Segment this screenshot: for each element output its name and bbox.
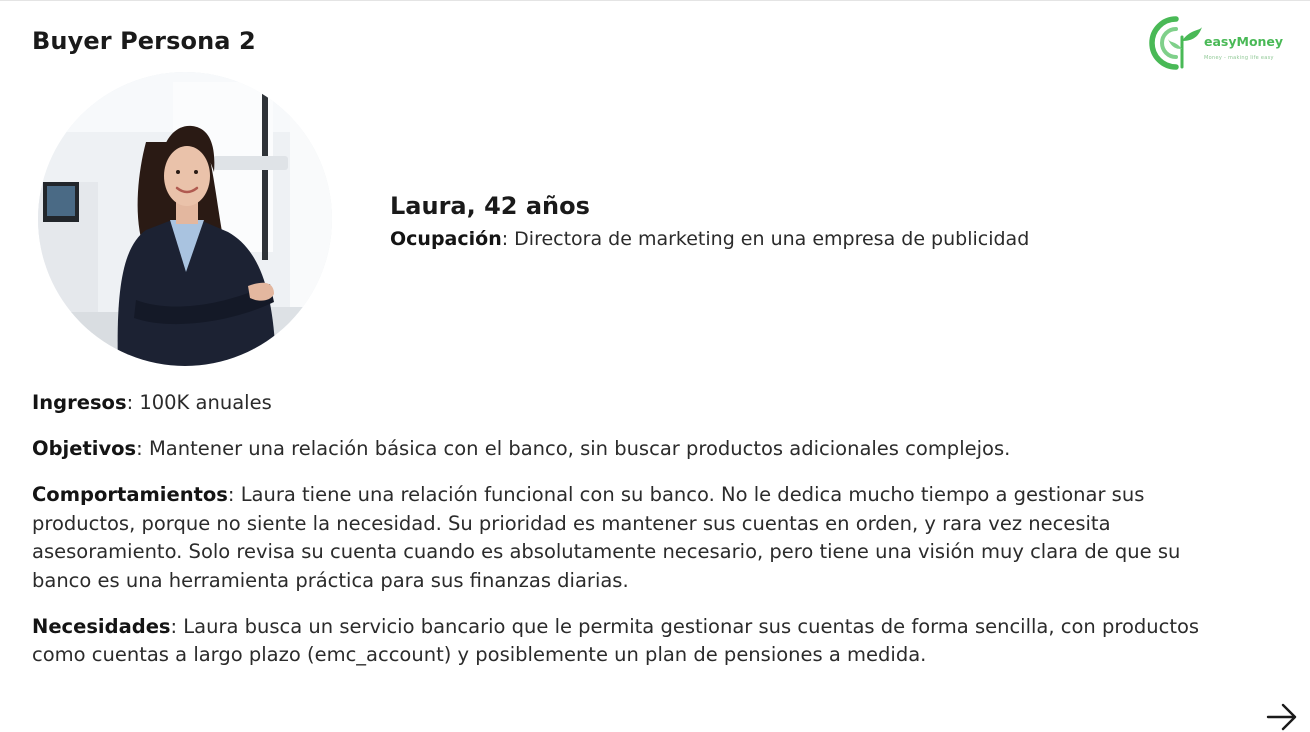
occupation-value: : Directora de marketing en una empresa … [501,228,1030,250]
behaviors-label: Comportamientos [32,483,228,506]
slide: Buyer Persona 2 easyMoney Money - making… [0,0,1310,732]
logo-mark-icon [1149,16,1202,70]
logo-tagline: Money - making life easy [1204,55,1274,61]
behaviors-paragraph: Comportamientos: Laura tiene una relació… [32,481,1242,595]
goals-paragraph: Objetivos: Mantener una relación básica … [32,435,1242,464]
persona-photo [38,72,332,366]
next-slide-button[interactable] [1265,701,1299,732]
needs-label: Necesidades [32,614,171,638]
logo-brand-text: easyMoney [1204,34,1284,49]
needs-value: : Laura busca un servicio bancario que l… [32,614,1200,667]
income-paragraph: Ingresos: 100K anuales [32,389,1242,418]
page-title: Buyer Persona 2 [32,27,256,55]
goals-value: : Mantener una relación básica con el ba… [136,437,1011,460]
needs-paragraph: Necesidades: Laura busca un servicio ban… [32,613,1242,670]
persona-name: Laura, 42 años [390,192,590,220]
goals-label: Objetivos [32,437,137,460]
arrow-right-icon [1266,703,1297,731]
persona-details: Ingresos: 100K anuales Objetivos: Manten… [32,389,1242,687]
income-label: Ingresos [32,391,127,414]
persona-occupation: Ocupación: Directora de marketing en una… [390,228,1029,250]
easymoney-logo: easyMoney Money - making life easy [1146,15,1296,73]
occupation-label: Ocupación [390,228,502,250]
income-value: : 100K anuales [126,391,272,414]
